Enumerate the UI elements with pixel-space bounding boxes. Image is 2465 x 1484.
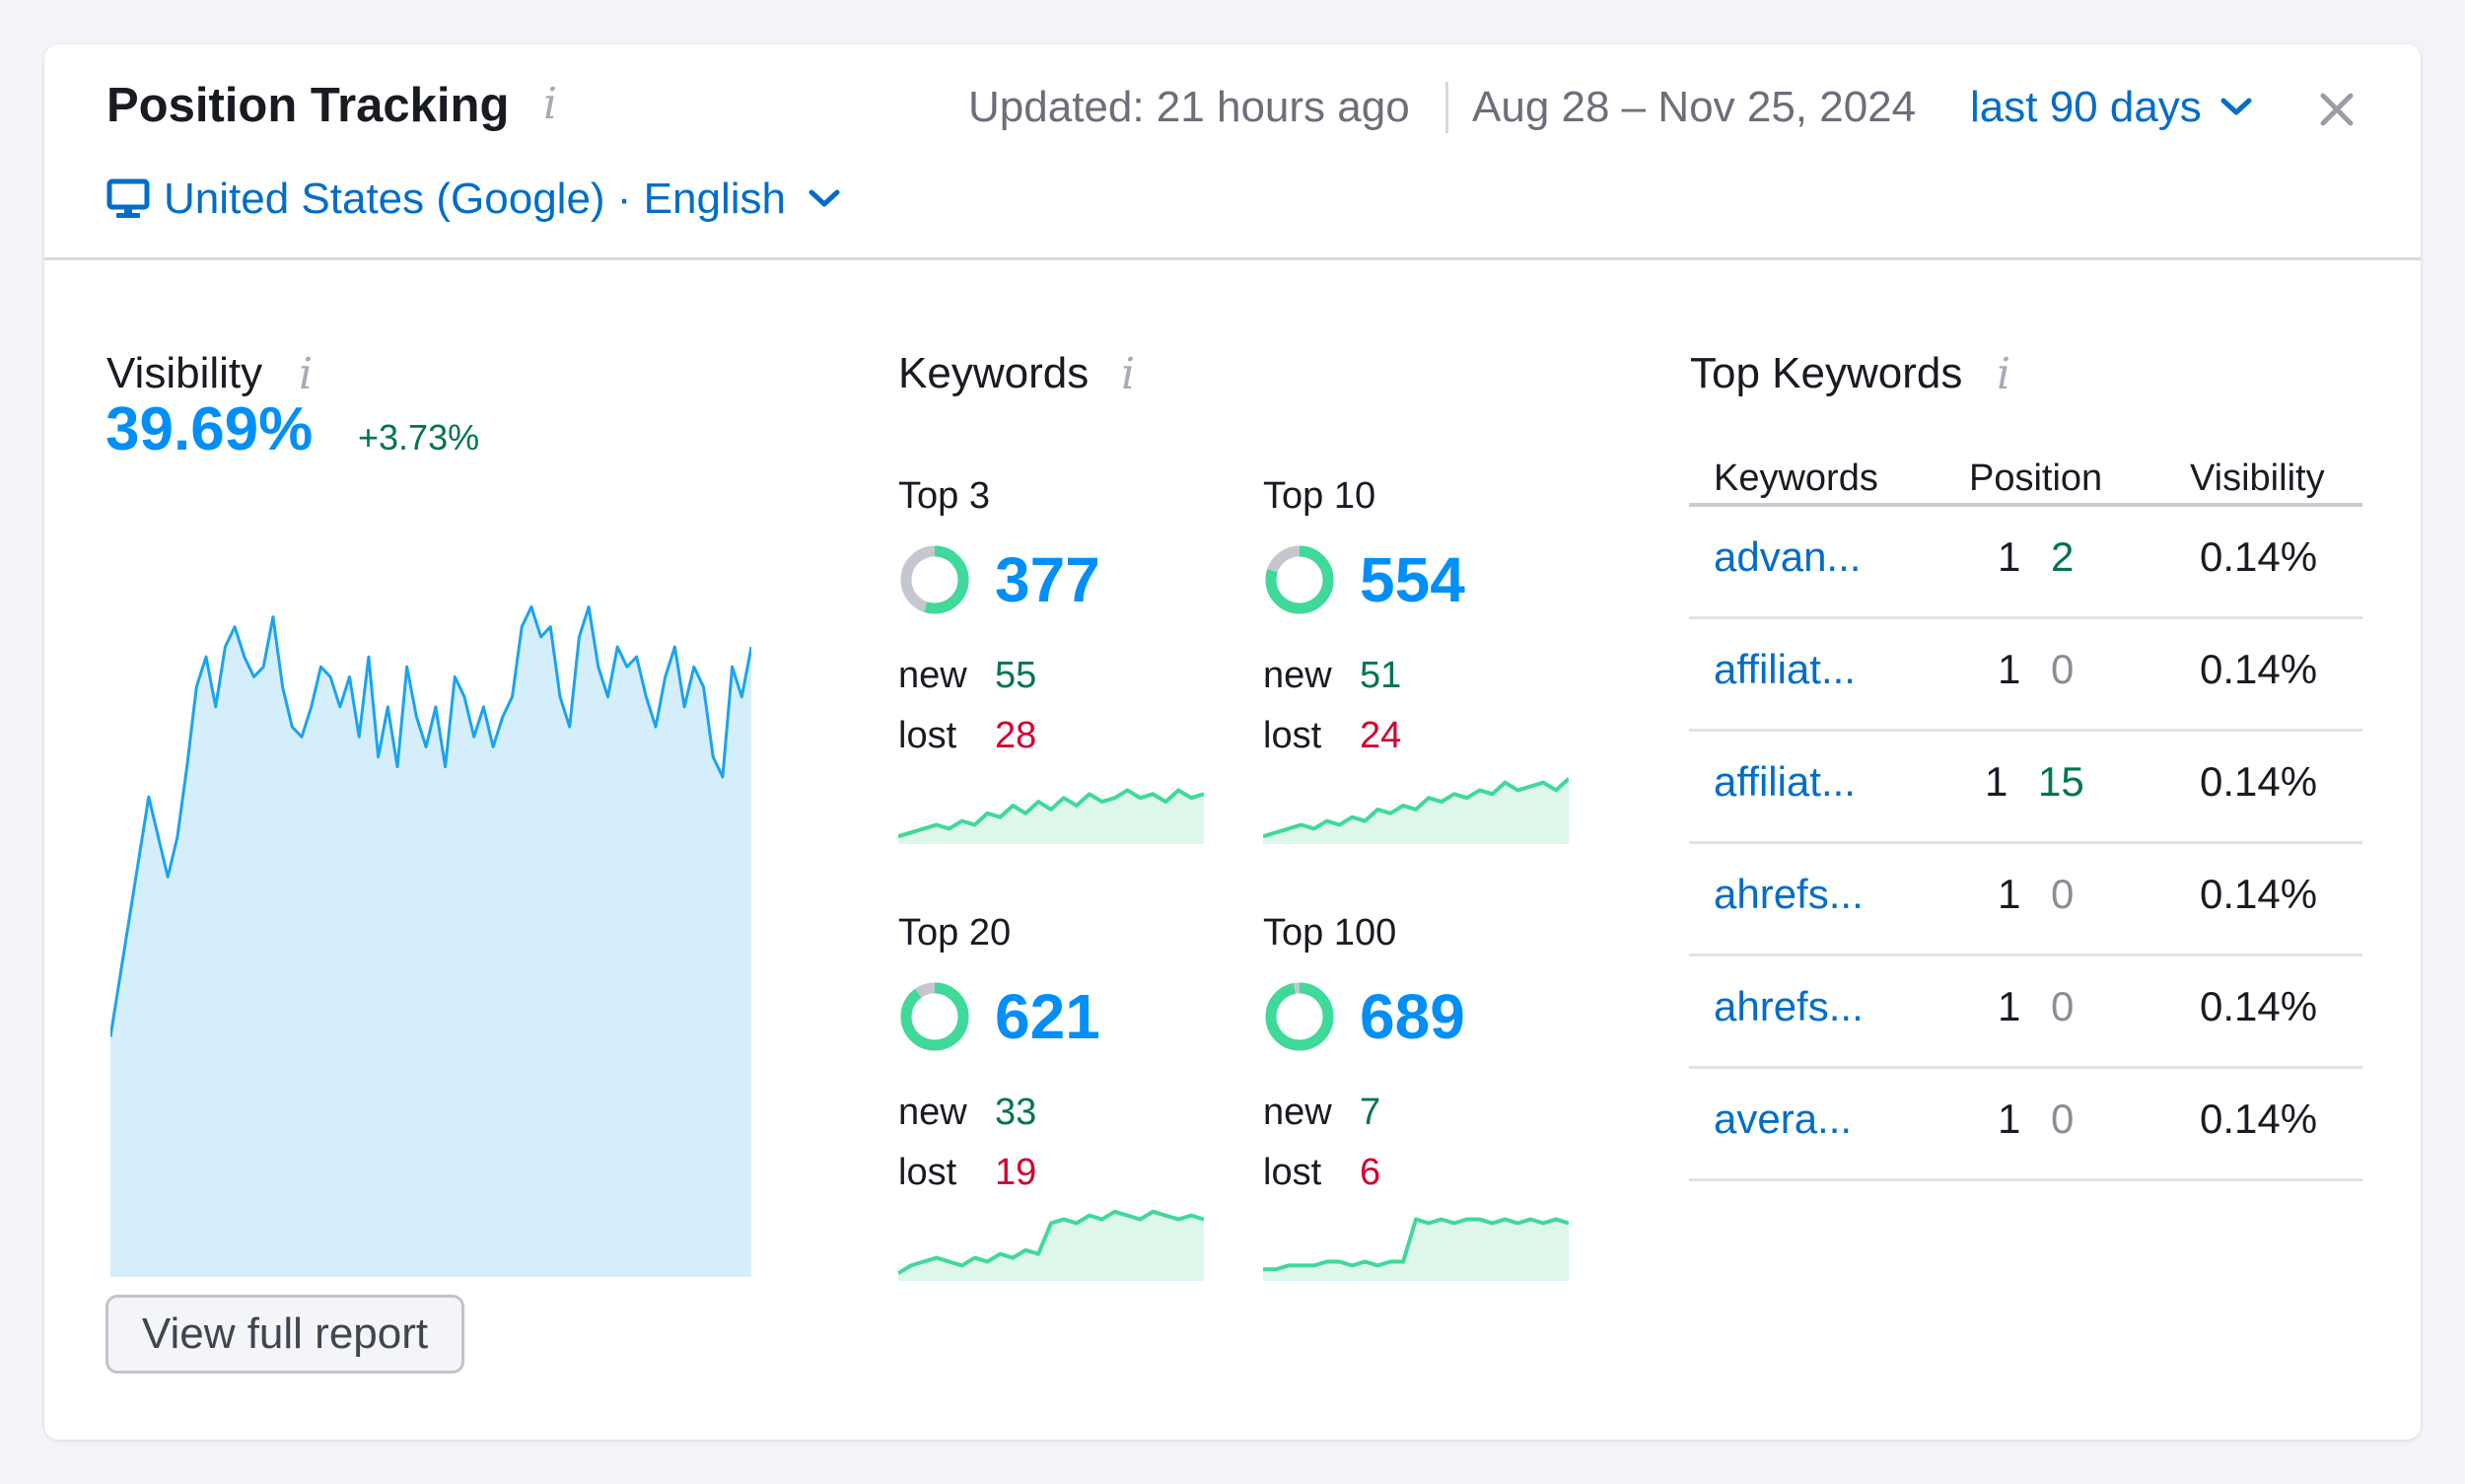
period-dropdown[interactable]: last 90 days	[1970, 81, 2253, 134]
keyword-link[interactable]: affiliat...	[1714, 756, 1856, 808]
sparkline-chart	[898, 788, 1204, 844]
lost-count: 24	[1360, 715, 1402, 756]
group-value: 689	[1360, 981, 1465, 1052]
info-icon[interactable]: i	[1121, 350, 1135, 399]
row-divider	[1689, 616, 2362, 619]
group-value: 554	[1360, 544, 1465, 615]
row-divider	[1689, 841, 2362, 844]
visibility-chart	[110, 604, 751, 1277]
info-icon[interactable]: i	[543, 80, 557, 129]
column-header-keywords[interactable]: Keywords	[1714, 456, 1878, 501]
position-value: 1	[1998, 871, 2021, 917]
location-label: United States (Google) · English	[164, 175, 786, 223]
group-label: Top 20	[898, 912, 1012, 954]
table-header-divider	[1689, 503, 2362, 507]
new-label: new	[898, 1092, 967, 1133]
donut-chart	[1265, 982, 1334, 1051]
position-tracking-widget: Position Tracking i Updated: 21 hours ag…	[44, 44, 2421, 1440]
keyword-link[interactable]: advan...	[1714, 531, 1861, 583]
visibility-value-cell: 0.14%	[2200, 758, 2318, 805]
group-label: Top 10	[1263, 475, 1376, 517]
keywords-title: Keywords	[898, 349, 1090, 397]
new-label: new	[898, 655, 967, 696]
donut-chart	[1265, 545, 1334, 614]
location-selector[interactable]: United States (Google) · English	[106, 173, 841, 226]
keyword-link[interactable]: ahrefs...	[1714, 981, 1864, 1032]
new-count: 55	[995, 655, 1037, 696]
lost-count: 28	[995, 715, 1037, 756]
row-divider	[1689, 729, 2362, 732]
column-header-position[interactable]: Position	[1969, 456, 2102, 501]
visibility-title: Visibility	[106, 349, 263, 397]
row-divider	[1689, 954, 2362, 956]
desktop-monitor-icon	[106, 178, 150, 218]
position-change: 2	[2051, 533, 2075, 580]
view-full-report-button[interactable]: View full report	[106, 1295, 464, 1374]
donut-segment	[900, 982, 969, 1051]
keyword-link[interactable]: avera...	[1714, 1094, 1852, 1145]
new-label: new	[1263, 655, 1332, 696]
lost-label: lost	[1263, 1152, 1322, 1193]
keyword-group-top10: Top 10 554 new 51 lost 24	[1263, 454, 1579, 848]
position-change: 0	[2051, 1095, 2075, 1142]
new-count: 51	[1360, 655, 1402, 696]
header-divider	[1445, 82, 1448, 133]
top-keywords-title: Top Keywords	[1690, 349, 1963, 397]
new-count: 33	[995, 1092, 1037, 1133]
sparkline-chart	[898, 1209, 1204, 1281]
date-range: Aug 28 – Nov 25, 2024	[1472, 83, 1917, 131]
keyword-link[interactable]: affiliat...	[1714, 644, 1856, 695]
position-change: 0	[2051, 983, 2075, 1029]
visibility-value: 39.69%	[106, 395, 314, 463]
position-value: 1	[1998, 533, 2021, 580]
keyword-link[interactable]: ahrefs...	[1714, 869, 1864, 920]
row-divider	[1689, 1178, 2362, 1181]
group-value: 377	[995, 544, 1100, 615]
visibility-delta: +3.73%	[358, 417, 480, 458]
visibility-value-cell: 0.14%	[2200, 871, 2318, 917]
keyword-group-top20: Top 20 621 new 33 lost 19	[898, 890, 1214, 1285]
info-icon[interactable]: i	[299, 350, 313, 399]
keyword-group-top100: Top 100 689 new 7 lost 6	[1263, 890, 1579, 1285]
visibility-area	[110, 606, 751, 1277]
lost-label: lost	[898, 715, 957, 756]
lost-count: 19	[995, 1152, 1037, 1193]
visibility-value-cell: 0.14%	[2200, 646, 2318, 692]
visibility-value-cell: 0.14%	[2200, 533, 2318, 580]
close-icon[interactable]	[2317, 80, 2357, 141]
position-change: 0	[2051, 646, 2075, 692]
donut-chart	[900, 982, 969, 1051]
lost-count: 6	[1360, 1152, 1381, 1193]
position-value: 1	[1998, 1095, 2021, 1142]
sparkline-area	[1263, 1219, 1569, 1281]
column-header-visibility[interactable]: Visibility	[2190, 456, 2325, 501]
widget-header: Position Tracking i Updated: 21 hours ag…	[44, 44, 2421, 260]
donut-segment	[1265, 982, 1334, 1051]
visibility-value-cell: 0.14%	[2200, 1095, 2318, 1142]
position-change: 15	[2038, 758, 2084, 805]
updated-text: Updated: 21 hours ago	[968, 83, 1410, 131]
position-value: 1	[1998, 646, 2021, 692]
info-icon[interactable]: i	[1997, 350, 2010, 399]
position-change: 0	[2051, 871, 2075, 917]
widget-title: Position Tracking	[106, 79, 510, 132]
position-value: 1	[1998, 983, 2021, 1029]
new-label: new	[1263, 1092, 1332, 1133]
chevron-down-icon	[809, 189, 840, 207]
row-divider	[1689, 1066, 2362, 1069]
sparkline-chart	[1263, 1217, 1569, 1281]
group-value: 621	[995, 981, 1100, 1052]
lost-label: lost	[1263, 715, 1322, 756]
keyword-group-top3: Top 3 377 new 55 lost 28	[898, 454, 1214, 848]
new-count: 7	[1360, 1092, 1381, 1133]
chevron-down-icon	[2220, 98, 2252, 115]
period-label: last 90 days	[1970, 83, 2202, 131]
group-label: Top 100	[1263, 912, 1397, 954]
position-value: 1	[1985, 758, 2008, 805]
group-label: Top 3	[898, 475, 990, 517]
visibility-value-cell: 0.14%	[2200, 983, 2318, 1029]
donut-chart	[900, 545, 969, 614]
lost-label: lost	[898, 1152, 957, 1193]
sparkline-chart	[1263, 777, 1569, 844]
